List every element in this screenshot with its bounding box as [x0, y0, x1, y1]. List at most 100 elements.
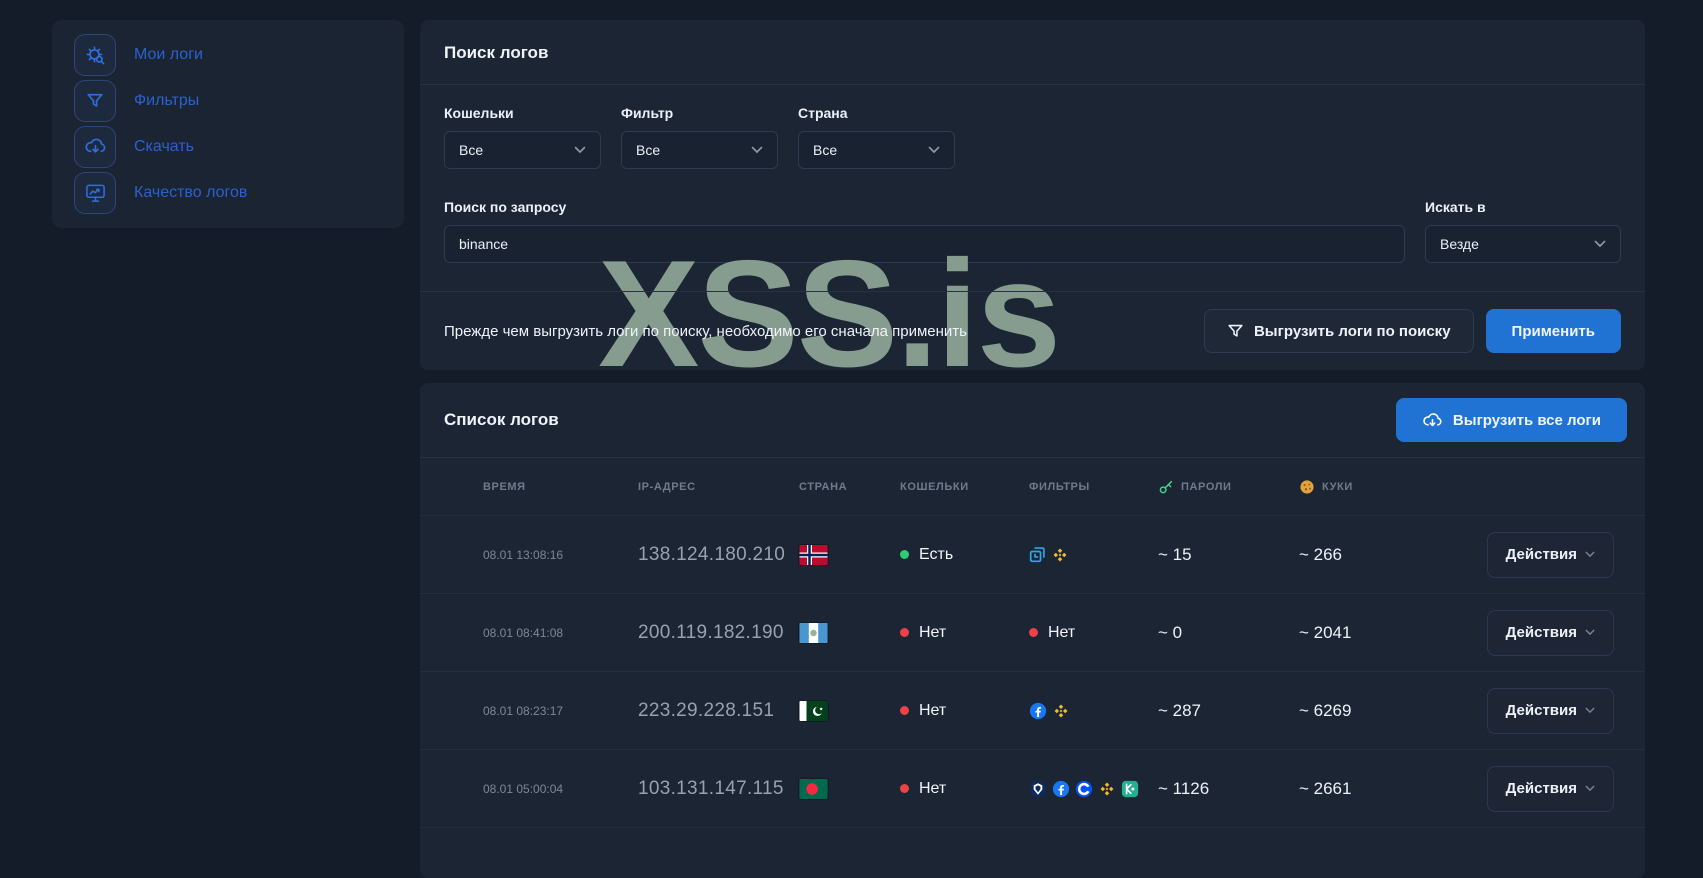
country-label: Страна — [798, 105, 848, 121]
apply-button[interactable]: Применить — [1485, 309, 1621, 353]
status-dot-icon — [900, 550, 909, 559]
log-time: 08.01 08:23:17 — [483, 703, 564, 718]
search-form: Кошельки Все Фильтр Все Страна Все Поиск… — [420, 85, 1645, 263]
scope-select-value: Везде — [1440, 236, 1479, 252]
query-label: Поиск по запросу — [444, 199, 567, 215]
filters-cell — [1029, 702, 1158, 720]
column-header-time: ВРЕМЯ — [483, 480, 526, 493]
chevron-down-icon — [1585, 785, 1595, 792]
cloud-download-icon[interactable] — [74, 125, 116, 168]
malware-search-icon[interactable] — [74, 34, 116, 77]
sidebar-item-filters[interactable]: Фильтры — [74, 80, 382, 123]
scope-field: Искать в Везде — [1425, 199, 1621, 263]
log-time: 08.01 08:41:08 — [483, 625, 564, 640]
column-header-wallets: КОШЕЛЬКИ — [900, 480, 969, 493]
filter-selects-row: Кошельки Все Фильтр Все Страна Все — [444, 105, 1621, 169]
cryptocom-icon — [1029, 780, 1047, 798]
scope-label: Искать в — [1425, 199, 1486, 215]
wallets-label: Кошельки — [444, 105, 514, 121]
status-dot-icon — [1029, 628, 1038, 637]
facebook-icon — [1052, 780, 1070, 798]
filter-icon — [1227, 323, 1244, 340]
page: Мои логи Фильтры Скачать Качество логов … — [0, 0, 1703, 878]
sidebar-item-label[interactable]: Мои логи — [134, 46, 203, 64]
sidebar-item-log-quality[interactable]: Качество логов — [74, 171, 382, 214]
pakistan-flag-icon — [799, 700, 900, 721]
sidebar-item-label[interactable]: Качество логов — [134, 184, 247, 202]
sidebar-item-download[interactable]: Скачать — [74, 125, 382, 169]
export-all-logs-button[interactable]: Выгрузить все логи — [1395, 398, 1627, 442]
sidebar-item-label[interactable]: Фильтры — [134, 92, 199, 110]
filter-icon[interactable] — [74, 80, 116, 123]
logs-table-body: 08.01 13:08:16 138.124.180.210 Есть ~ 15… — [420, 516, 1645, 828]
column-header-passwords: ПАРОЛИ — [1158, 479, 1299, 495]
guatemala-flag-icon — [799, 622, 900, 643]
country-field: Страна Все — [798, 105, 955, 169]
cookies-count: ~ 6269 — [1299, 700, 1352, 720]
passwords-count: ~ 0 — [1158, 622, 1183, 642]
log-ip-address: 223.29.228.151 — [638, 699, 775, 721]
app-window-icon — [1029, 546, 1046, 563]
actions-button[interactable]: Действия — [1486, 531, 1614, 578]
sidebar: Мои логи Фильтры Скачать Качество логов — [52, 20, 404, 228]
binance-icon — [1052, 702, 1070, 720]
chevron-down-icon — [1585, 629, 1595, 636]
binance-icon — [1051, 546, 1069, 564]
actions-button[interactable]: Действия — [1486, 609, 1614, 656]
column-header-ip: IP-АДРЕС — [638, 480, 696, 493]
kucoin-icon — [1121, 780, 1139, 798]
sidebar-item-my-logs[interactable]: Мои логи — [74, 34, 382, 77]
chevron-down-icon — [928, 146, 940, 154]
cookies-count: ~ 266 — [1299, 544, 1343, 564]
actions-button[interactable]: Действия — [1486, 765, 1614, 812]
log-time: 08.01 13:08:16 — [483, 547, 564, 562]
log-time: 08.01 05:00:04 — [483, 781, 564, 796]
filters-cell — [1029, 780, 1158, 798]
monitor-chart-icon[interactable] — [74, 171, 116, 214]
log-ip-address: 103.131.147.115 — [638, 777, 784, 799]
cloud-download-icon — [1422, 410, 1443, 431]
export-search-logs-button[interactable]: Выгрузить логи по поиску — [1203, 309, 1474, 353]
table-row: 08.01 05:00:04 103.131.147.115 Нет ~ 112… — [420, 750, 1645, 828]
chevron-down-icon — [1585, 707, 1595, 714]
chevron-down-icon — [751, 146, 763, 154]
log-ip-address: 138.124.180.210 — [638, 543, 786, 565]
apply-notice-text: Прежде чем выгрузить логи по поиску, нео… — [444, 322, 967, 340]
actions-button[interactable]: Действия — [1486, 687, 1614, 734]
scope-select[interactable]: Везде — [1425, 225, 1621, 263]
sidebar-item-label[interactable]: Скачать — [134, 138, 194, 156]
chevron-down-icon — [1594, 240, 1606, 248]
column-header-cookies: КУКИ — [1299, 479, 1449, 495]
filter-label: Фильтр — [621, 105, 674, 121]
norway-flag-icon — [799, 544, 900, 565]
table-row: 08.01 08:23:17 223.29.228.151 Нет ~ 287 … — [420, 672, 1645, 750]
search-card-title: Поиск логов — [444, 43, 549, 62]
column-header-filters: ФИЛЬТРЫ — [1029, 480, 1090, 493]
wallets-status: Нет — [900, 624, 1029, 642]
country-select-value: Все — [813, 142, 838, 158]
search-card-header: Поиск логов — [420, 20, 1645, 85]
table-row: 08.01 13:08:16 138.124.180.210 Есть ~ 15… — [420, 516, 1645, 594]
filter-field: Фильтр Все — [621, 105, 778, 169]
chevron-down-icon — [574, 146, 586, 154]
logs-table-header: ВРЕМЯ IP-АДРЕС СТРАНА КОШЕЛЬКИ ФИЛЬТРЫ П… — [420, 458, 1645, 516]
status-dot-icon — [900, 784, 909, 793]
filter-select-value: Все — [636, 142, 661, 158]
wallets-select[interactable]: Все — [444, 131, 601, 169]
query-field: Поиск по запросу — [444, 199, 1405, 263]
coinbase-icon — [1075, 780, 1093, 798]
search-logs-card: Поиск логов Кошельки Все Фильтр Все Стра… — [420, 20, 1645, 370]
status-dot-icon — [900, 628, 909, 637]
cookies-count: ~ 2041 — [1299, 622, 1352, 642]
bangladesh-flag-icon — [799, 778, 900, 799]
filter-select[interactable]: Все — [621, 131, 778, 169]
logs-card-header: Список логов Выгрузить все логи — [420, 383, 1645, 458]
query-row: Поиск по запросу Искать в Везде — [444, 199, 1621, 263]
passwords-count: ~ 1126 — [1158, 778, 1210, 798]
search-query-input[interactable] — [444, 225, 1405, 263]
country-select[interactable]: Все — [798, 131, 955, 169]
filters-cell: Нет — [1029, 624, 1158, 642]
wallets-status: Нет — [900, 780, 1029, 798]
chevron-down-icon — [1585, 551, 1595, 558]
passwords-count: ~ 287 — [1158, 700, 1202, 720]
